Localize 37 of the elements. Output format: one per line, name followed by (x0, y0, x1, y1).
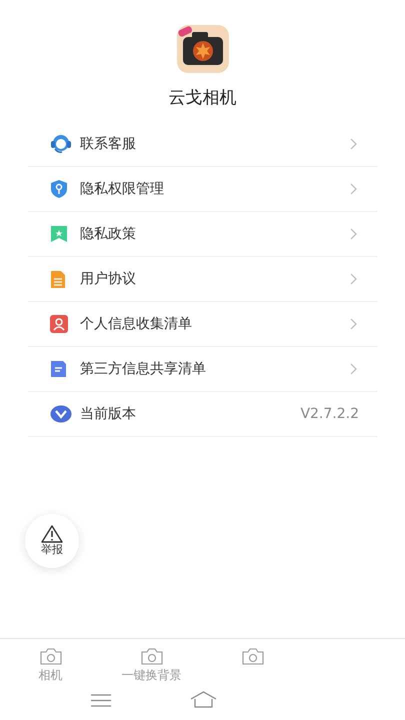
file-icon (50, 360, 67, 378)
menu-label: 用户协议 (80, 270, 137, 288)
menu-label: 第三方信息共享清单 (80, 360, 207, 378)
document-icon (50, 270, 66, 288)
person-icon (50, 315, 68, 333)
camera-icon[interactable] (40, 648, 62, 665)
headset-icon (50, 134, 72, 154)
menu-row[interactable]: 隐私权限管理 (28, 167, 377, 212)
menu-label: 隐私政策 (80, 224, 137, 244)
shield-icon (50, 179, 68, 199)
menu-label: 当前版本 (80, 404, 137, 424)
menu-row[interactable]: 第三方信息共享清单 (28, 347, 377, 392)
warning-icon (41, 525, 63, 543)
logo-v-icon (50, 405, 72, 423)
menu-label: 隐私权限管理 (80, 180, 165, 198)
bookmark-icon (50, 225, 68, 243)
home-icon[interactable] (190, 691, 217, 708)
chevron-right-icon (350, 273, 357, 285)
menu-row[interactable]: 联系客服 (28, 122, 377, 167)
chevron-right-icon (350, 183, 357, 195)
menu-row[interactable]: 用户协议 (28, 257, 377, 302)
camera-icon[interactable] (242, 648, 264, 665)
report-button[interactable]: 举报 (25, 514, 79, 568)
menu-icon[interactable] (91, 694, 111, 707)
version-number: V2.7.2.2 (300, 404, 359, 424)
app-name: 云戈相机 (168, 87, 236, 110)
menu-label: 联系客服 (80, 134, 137, 154)
menu-row[interactable]: 个人信息收集清单 (28, 302, 377, 347)
menu-row[interactable]: 当前版本 V2.7.2.2 (28, 392, 377, 437)
chevron-right-icon (350, 138, 357, 150)
chevron-right-icon (350, 318, 357, 330)
app-logo-icon (176, 24, 230, 74)
menu-row[interactable]: 隐私政策 (28, 212, 377, 257)
chevron-right-icon (350, 363, 357, 375)
camera-icon[interactable] (140, 648, 162, 665)
chevron-right-icon (350, 228, 357, 240)
menu-label: 个人信息收集清单 (80, 314, 193, 334)
